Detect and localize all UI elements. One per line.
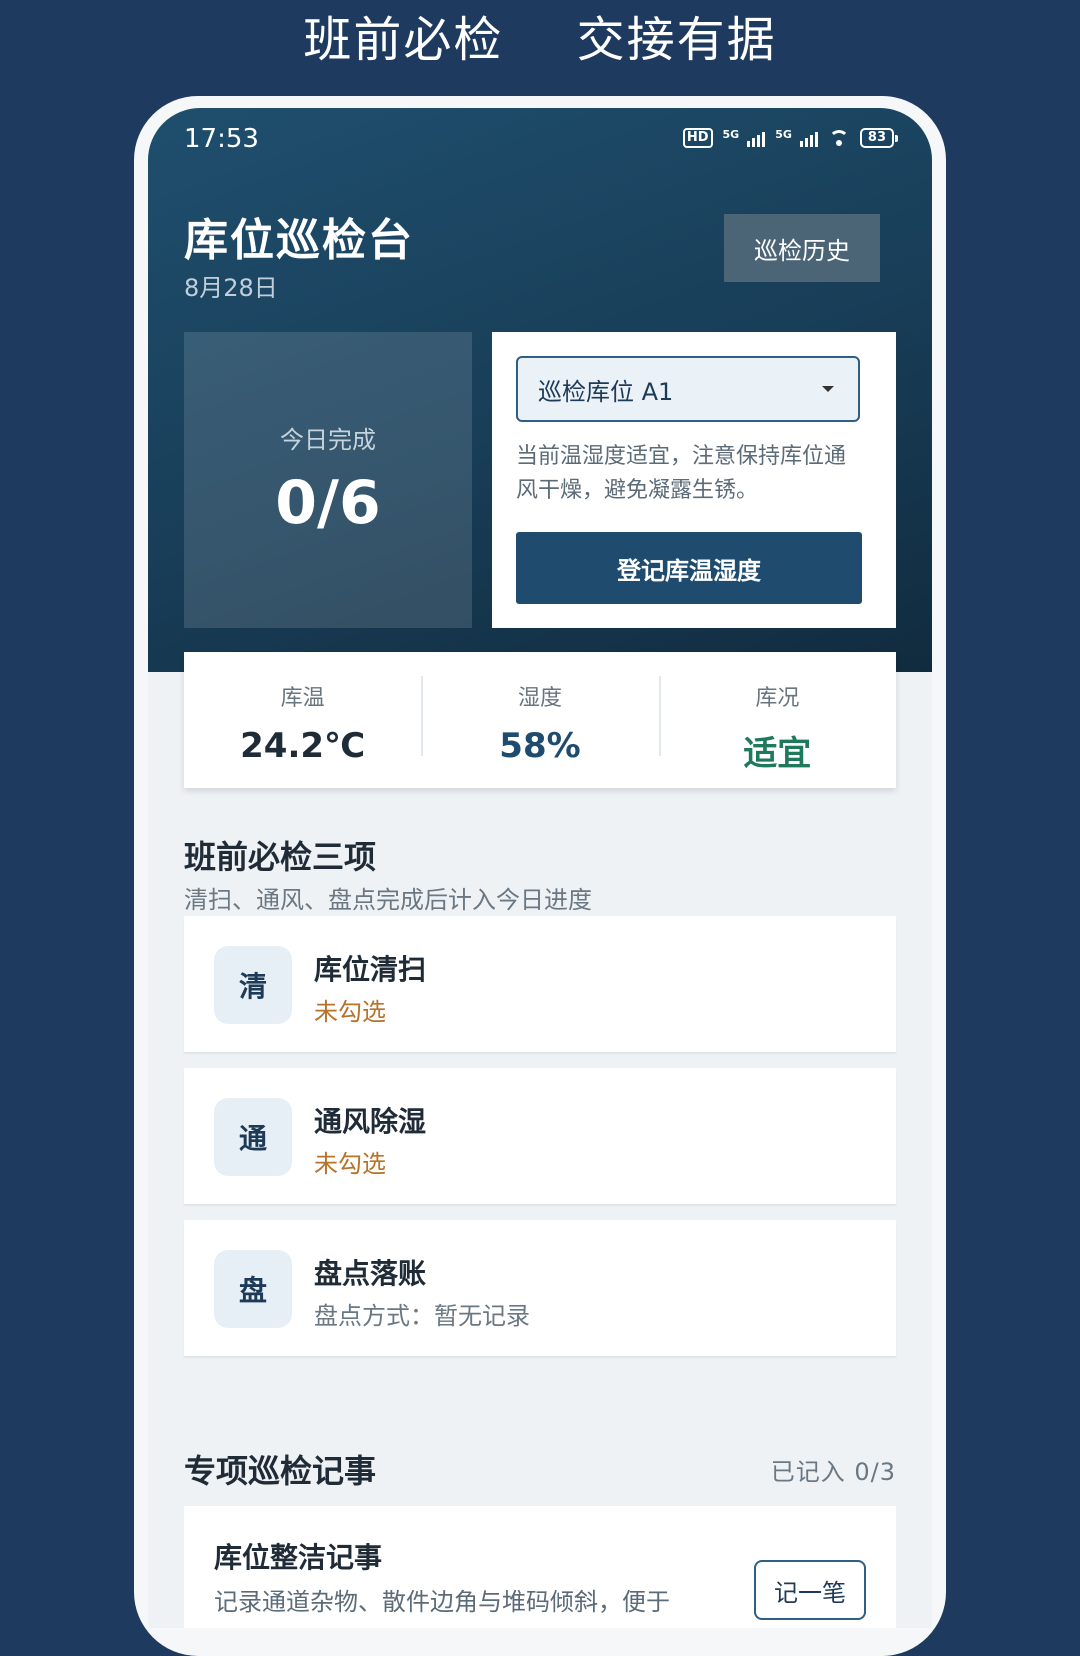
promo-banner: 班前必检 交接有据 <box>0 0 1080 86</box>
app-screen: 17:53 HD 5G 5G 83 库位巡检台 8月28日 巡检历史 今日完成 … <box>148 108 932 1628</box>
special-count: 已记入 0/3 <box>770 1458 896 1486</box>
inventory-icon: 盘 <box>214 1250 292 1328</box>
zone-select[interactable]: 巡检库位 A1 <box>516 356 860 422</box>
hd-icon: HD <box>682 128 713 148</box>
metric-label: 库温 <box>280 686 325 711</box>
special-title: 专项巡检记事 <box>184 1452 377 1490</box>
note-title: 库位整洁记事 <box>214 1541 383 1574</box>
task-name: 通风除湿 <box>314 1105 427 1138</box>
network-5g-label-2: 5G <box>775 128 792 141</box>
metric-value: 适宜 <box>743 734 812 774</box>
banner-right-text: 交接有据 <box>576 12 777 68</box>
status-icons: HD 5G 5G 83 <box>682 128 899 148</box>
banner-left-text: 班前必检 <box>303 12 504 68</box>
progress-card: 今日完成 0/6 <box>184 332 472 628</box>
checklist-title: 班前必检三项 <box>184 838 377 876</box>
ventilate-icon: 通 <box>214 1098 292 1176</box>
status-time: 17:53 <box>184 124 259 154</box>
progress-label: 今日完成 <box>280 426 376 454</box>
checklist-subtitle: 清扫、通风、盘点完成后计入今日进度 <box>184 886 592 914</box>
add-note-button[interactable]: 记一笔 <box>754 1560 866 1620</box>
signal-icon-2 <box>799 129 818 147</box>
task-item-cleaning[interactable]: 清 库位清扫 未勾选 <box>184 916 896 1052</box>
zone-note: 当前温湿度适宜，注意保持库位通风干燥，避免凝露生锈。 <box>516 444 847 503</box>
task-item-ventilation[interactable]: 通 通风除湿 未勾选 <box>184 1068 896 1204</box>
zone-select-value: 巡检库位 A1 <box>538 377 674 406</box>
page-date: 8月28日 <box>184 274 278 302</box>
metric-value: 58% <box>499 726 581 766</box>
signal-icon <box>747 129 766 147</box>
task-name: 库位清扫 <box>314 953 427 986</box>
caret-down-icon <box>822 386 834 392</box>
note-card: 库位整洁记事 记录通道杂物、散件边角与堆码倾斜，便于 记一笔 <box>184 1506 896 1628</box>
task-name: 盘点落账 <box>314 1257 427 1290</box>
task-status: 未勾选 <box>314 1150 386 1178</box>
clean-icon: 清 <box>214 946 292 1024</box>
task-status: 盘点方式：暂无记录 <box>314 1302 530 1330</box>
task-item-inventory[interactable]: 盘 盘点落账 盘点方式：暂无记录 <box>184 1220 896 1356</box>
note-description: 记录通道杂物、散件边角与堆码倾斜，便于 <box>214 1588 670 1616</box>
page-title: 库位巡检台 <box>184 215 414 266</box>
metric-label: 湿度 <box>517 686 562 711</box>
status-bar: 17:53 HD 5G 5G 83 <box>148 108 932 168</box>
history-button[interactable]: 巡检历史 <box>724 214 880 282</box>
zone-card: 巡检库位 A1 当前温湿度适宜，注意保持库位通风干燥，避免凝露生锈。 登记库温湿… <box>492 332 896 628</box>
metric-humidity: 湿度 58% <box>421 652 658 788</box>
metric-condition: 库况 适宜 <box>658 652 896 788</box>
wifi-icon <box>828 129 850 147</box>
metric-temperature: 库温 24.2℃ <box>184 652 421 788</box>
metric-label: 库况 <box>755 686 800 711</box>
metric-value: 24.2℃ <box>240 726 366 766</box>
progress-value: 0/6 <box>275 468 381 538</box>
network-5g-label: 5G <box>722 128 740 141</box>
task-status: 未勾选 <box>314 998 386 1026</box>
metrics-panel: 库温 24.2℃ 湿度 58% 库况 适宜 <box>184 652 896 788</box>
record-temp-humidity-button[interactable]: 登记库温湿度 <box>516 532 862 604</box>
header-hero: 17:53 HD 5G 5G 83 库位巡检台 8月28日 巡检历史 今日完成 … <box>148 108 932 672</box>
battery-icon: 83 <box>859 128 899 148</box>
